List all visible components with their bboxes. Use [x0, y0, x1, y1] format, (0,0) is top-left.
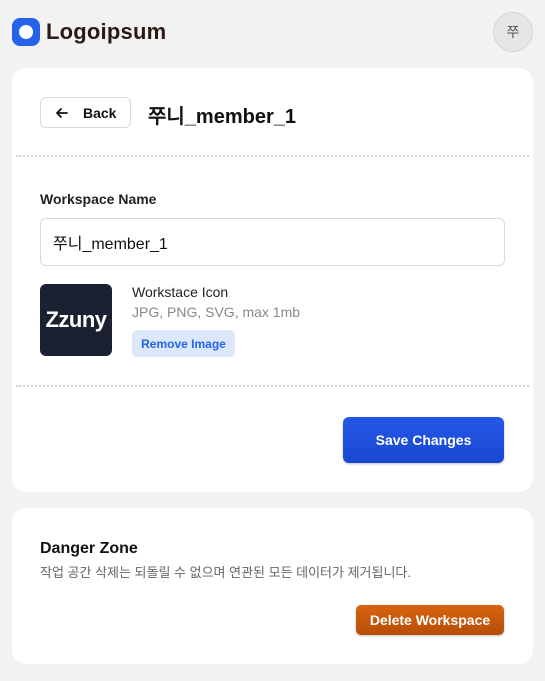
divider	[16, 385, 529, 387]
danger-zone-card: Danger Zone 작업 공간 삭제는 되돌릴 수 없으며 연관된 모든 데…	[12, 508, 533, 664]
workspace-icon-hint: JPG, PNG, SVG, max 1mb	[132, 304, 301, 320]
save-changes-button[interactable]: Save Changes	[343, 417, 504, 463]
danger-zone-description: 작업 공간 삭제는 되돌릴 수 없으며 연관된 모든 데이터가 제거됩니다.	[40, 565, 411, 580]
page-title: 쭈니_member_1	[148, 106, 296, 128]
workspace-name-input[interactable]	[40, 218, 505, 266]
danger-zone-title: Danger Zone	[40, 540, 138, 557]
workspace-icon-label: Workstace Icon	[132, 284, 229, 300]
arrow-left-icon	[56, 107, 68, 118]
top-bar: Logoipsum 쭈	[0, 0, 545, 64]
logo[interactable]: Logoipsum	[12, 18, 166, 46]
avatar[interactable]: 쭈	[493, 12, 533, 52]
back-button-label: Back	[83, 104, 117, 121]
workspace-icon-image: Zzuny	[40, 284, 112, 356]
workspace-name-label: Workspace Name	[40, 191, 157, 207]
workspace-settings-card: Back 쭈니_member_1 Workspace Name Zzuny Wo…	[12, 68, 533, 492]
logo-text: Logoipsum	[46, 19, 167, 44]
delete-workspace-button[interactable]: Delete Workspace	[356, 605, 504, 635]
divider	[16, 155, 529, 157]
logo-icon	[12, 18, 40, 46]
remove-image-button[interactable]: Remove Image	[132, 330, 235, 357]
back-button[interactable]: Back	[40, 97, 131, 128]
